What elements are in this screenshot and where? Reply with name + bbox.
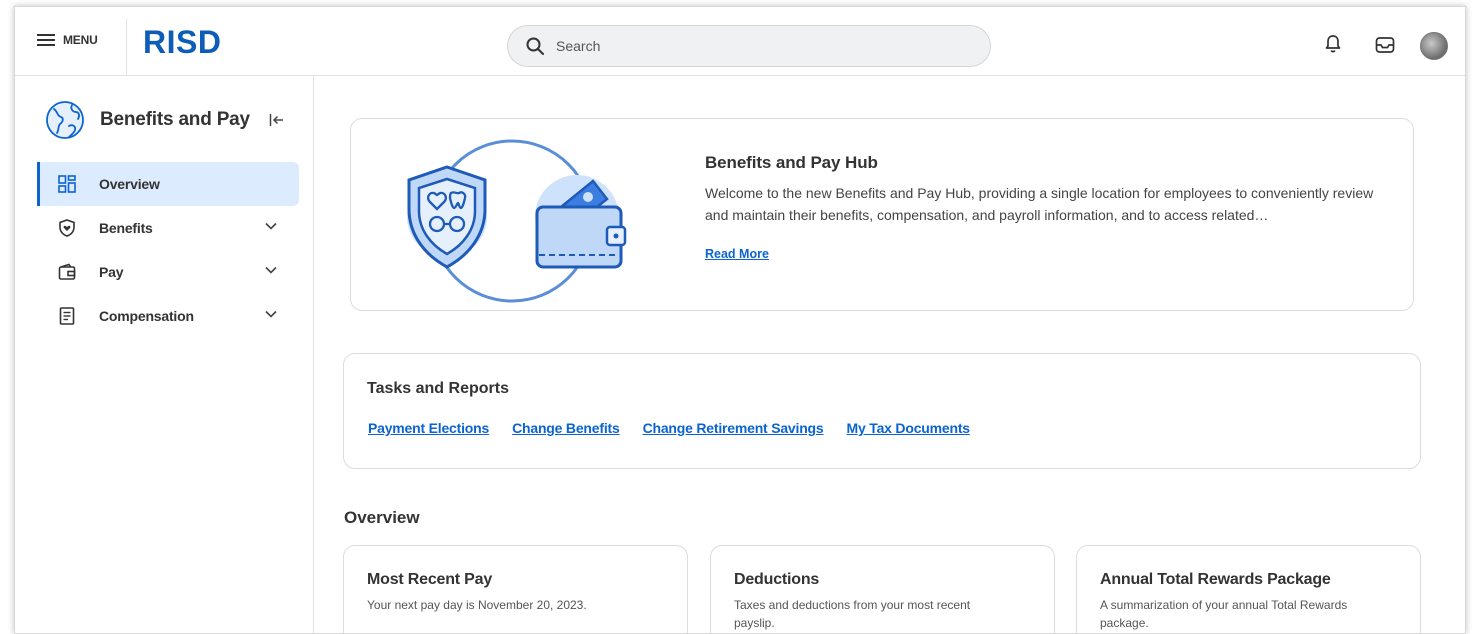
user-avatar[interactable] — [1420, 32, 1448, 60]
sidebar-header: Benefits and Pay — [45, 100, 305, 140]
benefits-illustration — [407, 139, 627, 303]
chevron-down-icon[interactable] — [265, 310, 277, 318]
card-description: A summarization of your annual Total Rew… — [1100, 598, 1348, 630]
globe-icon — [46, 101, 84, 139]
app-window: MENU RISD B — [14, 6, 1466, 634]
risd-logo[interactable]: RISD — [143, 24, 221, 60]
menu-button[interactable]: MENU — [37, 33, 98, 47]
sidebar-item-overview[interactable]: Overview — [37, 162, 299, 206]
header-divider — [126, 19, 127, 75]
sidebar-item-label: Overview — [99, 176, 160, 192]
change-retirement-savings-link[interactable]: Change Retirement Savings — [643, 420, 824, 436]
card-title: Deductions — [734, 571, 820, 588]
change-benefits-link[interactable]: Change Benefits — [512, 420, 620, 436]
card-description: Taxes and deductions from your most rece… — [734, 598, 971, 630]
my-tax-documents-link[interactable]: My Tax Documents — [847, 420, 971, 436]
shield-icon — [59, 219, 75, 237]
read-more-link[interactable]: Read More — [705, 247, 769, 261]
chevron-down-icon[interactable] — [265, 266, 277, 274]
sidebar-item-compensation[interactable]: Compensation — [37, 294, 299, 338]
card-title: Most Recent Pay — [367, 571, 493, 588]
payment-elections-link[interactable]: Payment Elections — [368, 420, 489, 436]
wallet-icon — [58, 263, 76, 280]
sidebar-item-label: Pay — [99, 264, 124, 280]
sidebar-title: Benefits and Pay — [100, 109, 250, 130]
sidebar-nav: Overview Benefits Pay Compensation — [37, 162, 299, 338]
hamburger-icon — [37, 34, 55, 46]
hub-title: Benefits and Pay Hub — [705, 153, 878, 172]
chevron-down-icon[interactable] — [265, 222, 277, 230]
tasks-links: Payment Elections Change Benefits Change… — [368, 420, 993, 436]
tasks-title: Tasks and Reports — [367, 380, 509, 397]
collapse-sidebar-icon[interactable] — [269, 113, 285, 127]
annual-total-rewards-card[interactable]: Annual Total Rewards Package A summariza… — [1076, 545, 1421, 633]
deductions-card[interactable]: Deductions Taxes and deductions from you… — [710, 545, 1055, 633]
menu-label: MENU — [63, 33, 98, 47]
card-description: Your next pay day is November 20, 2023. — [367, 598, 587, 612]
inbox-icon[interactable] — [1375, 36, 1395, 54]
card-title: Annual Total Rewards Package — [1100, 571, 1331, 588]
search-bar[interactable] — [507, 25, 991, 67]
search-icon — [526, 37, 544, 55]
tasks-card: Tasks and Reports Payment Elections Chan… — [343, 353, 1421, 469]
bell-icon[interactable] — [1325, 34, 1341, 54]
hub-description: Welcome to the new Benefits and Pay Hub,… — [705, 185, 1374, 223]
document-icon — [59, 307, 75, 325]
sidebar-item-label: Compensation — [99, 308, 194, 324]
hub-card: Benefits and Pay Hub Welcome to the new … — [350, 118, 1414, 311]
search-input[interactable] — [556, 38, 956, 54]
top-header: MENU RISD — [15, 7, 1465, 76]
most-recent-pay-card[interactable]: Most Recent Pay Your next pay day is Nov… — [343, 545, 688, 633]
sidebar-item-label: Benefits — [99, 220, 153, 236]
sidebar: Benefits and Pay Overview Benefits Pay C… — [15, 76, 314, 633]
sidebar-item-pay[interactable]: Pay — [37, 250, 299, 294]
overview-heading: Overview — [344, 508, 420, 527]
sidebar-item-benefits[interactable]: Benefits — [37, 206, 299, 250]
main-content: Benefits and Pay Hub Welcome to the new … — [315, 76, 1465, 633]
dashboard-icon — [58, 175, 76, 193]
